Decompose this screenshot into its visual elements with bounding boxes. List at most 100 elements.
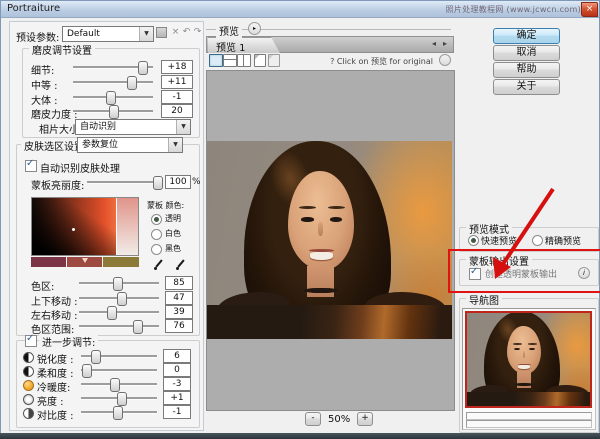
warmth-slider[interactable] (81, 378, 157, 390)
preview-menu-icon[interactable]: ▸ (248, 22, 261, 35)
mask-color-title: 蒙板 颜色: (147, 200, 184, 211)
close-icon[interactable]: × (581, 2, 598, 17)
brightness-value[interactable]: +1 (163, 391, 191, 405)
picker-marker (72, 228, 75, 231)
about-button[interactable]: 关于 (493, 79, 560, 95)
mask-color-white-radio[interactable] (151, 229, 162, 240)
large-slider[interactable] (73, 91, 153, 103)
tab-prev-icon[interactable]: ◂ (432, 39, 436, 48)
undo-icon[interactable]: ↶ (181, 27, 192, 38)
mask-brightness-value[interactable]: 100 (165, 175, 191, 189)
slider-label: 上下移动 : (31, 293, 78, 308)
page-bottom-strip (0, 433, 600, 439)
preview-canvas[interactable] (206, 70, 455, 411)
window-title: Portraiture (7, 3, 60, 14)
slider-label: 对比度 : (37, 407, 74, 422)
navigator-status-strip (466, 412, 592, 420)
photo-size-dropdown[interactable]: 自动识别 ▼ (75, 119, 191, 135)
detail-slider[interactable] (73, 61, 153, 73)
preset-dropdown[interactable]: Default ▼ (62, 26, 154, 42)
slider-label: 色区: (31, 278, 54, 293)
settings-panel: 预设参数: Default ▼ × ↶ ↷ 磨皮调节设置 细节: +18 中等 … (9, 21, 204, 431)
vertical-shift-slider[interactable] (79, 292, 159, 304)
sharpness-slider[interactable] (81, 350, 157, 362)
enhancements-group: 进一步调节: 锐化度 : 6 柔和度 : 0 冷暖度: -3 亮度 : +1 对… (16, 340, 200, 428)
slider-label: 磨皮力度 : (31, 106, 78, 121)
auto-detect-checkbox[interactable] (25, 160, 37, 172)
sharpness-value[interactable]: 6 (163, 349, 191, 363)
mask-color-transparent-radio[interactable] (151, 214, 162, 225)
detail-value[interactable]: +18 (161, 60, 193, 74)
large-value[interactable]: -1 (161, 90, 193, 104)
add-preview-icon[interactable] (254, 54, 266, 67)
preview-hint: ? Click on 预览 for original (301, 56, 433, 67)
skin-tone-picker[interactable] (31, 197, 139, 256)
slider-label: 细节: (31, 62, 54, 77)
title-bar[interactable]: Portraiture 照片处理教程网 (www.jcwcn.com) × (1, 1, 599, 18)
skin-preset-dropdown[interactable]: 参数复位 ▼ (77, 137, 183, 153)
contrast-value[interactable]: -1 (163, 405, 191, 419)
mask-color-black-radio[interactable] (151, 244, 162, 255)
warmth-value[interactable]: -3 (163, 377, 191, 391)
eyedropper-add-icon[interactable] (175, 259, 187, 271)
duplicate-preview-icon[interactable] (268, 54, 280, 67)
ok-button[interactable]: 确定 (493, 28, 560, 44)
swatch-marker-icon (82, 258, 88, 263)
zoom-in-button[interactable]: + (357, 412, 373, 426)
radio-label: 白色 (165, 228, 181, 239)
picker-gradient (32, 198, 117, 255)
horizontal-shift-value[interactable]: 39 (165, 305, 193, 319)
delete-preset-icon[interactable]: × (170, 27, 181, 38)
preview-tabbar: 预览 1 ◂ ▸ (206, 36, 454, 53)
softness-slider[interactable] (81, 364, 157, 376)
photo-clothing (207, 305, 452, 339)
vertical-shift-value[interactable]: 47 (165, 291, 193, 305)
radio-label: 黑色 (165, 243, 181, 254)
hue-value[interactable]: 85 (165, 276, 193, 290)
mask-brightness-slider[interactable] (87, 176, 161, 188)
preview-photo[interactable] (207, 141, 452, 339)
help-button[interactable]: 帮助 (493, 62, 560, 78)
slider-label: 亮度 : (37, 393, 64, 408)
enhancements-checkbox[interactable] (25, 335, 37, 347)
redo-icon[interactable]: ↷ (192, 27, 203, 38)
softness-value[interactable]: 0 (163, 363, 191, 377)
brightness-slider[interactable] (81, 392, 157, 404)
strength-value[interactable]: 20 (161, 104, 193, 118)
cancel-button[interactable]: 取消 (493, 45, 560, 61)
view-single-icon[interactable] (209, 54, 223, 67)
save-preset-icon[interactable] (156, 27, 167, 38)
hue-swatch-bar[interactable] (31, 257, 139, 267)
eyedropper-icon[interactable] (153, 259, 165, 271)
view-split-vertical-icon[interactable] (237, 54, 251, 67)
preview-header-divider (206, 29, 451, 30)
enhancements-title: 进一步调节: (39, 334, 98, 349)
photo-smile (310, 252, 333, 260)
zoom-out-button[interactable]: - (305, 412, 321, 426)
strength-slider[interactable] (73, 105, 153, 117)
tab-preview-1[interactable]: 预览 1 (208, 37, 280, 53)
softness-icon (23, 366, 34, 377)
watermark-text: 照片处理教程网 (www.jcwcn.com) (446, 4, 581, 15)
medium-value[interactable]: +11 (161, 75, 193, 89)
swatch-right[interactable] (103, 257, 139, 267)
photo-eye (330, 217, 342, 221)
swatch-left[interactable] (31, 257, 66, 267)
slider-label: 大体 : (31, 92, 58, 107)
horizontal-shift-slider[interactable] (79, 306, 159, 318)
hue-slider[interactable] (79, 277, 159, 289)
navigator-panel (462, 308, 596, 430)
photo-eye (301, 217, 313, 221)
range-slider[interactable] (79, 320, 159, 332)
picker-side-gradient (116, 198, 138, 255)
medium-slider[interactable] (73, 76, 153, 88)
original-toggle-icon[interactable] (439, 54, 451, 66)
view-split-horizontal-icon[interactable] (223, 54, 237, 67)
navigator-title: 导航图 (466, 292, 502, 307)
range-value[interactable]: 76 (165, 319, 193, 333)
skin-area-group: 皮肤选区设置: 参数复位 ▼ 自动识别皮肤处理 蒙板亮丽度: 100 % (16, 144, 200, 336)
contrast-slider[interactable] (81, 406, 157, 418)
brightness-icon (23, 394, 34, 405)
tab-next-icon[interactable]: ▸ (443, 39, 447, 48)
navigator-viewbox[interactable] (465, 311, 592, 408)
